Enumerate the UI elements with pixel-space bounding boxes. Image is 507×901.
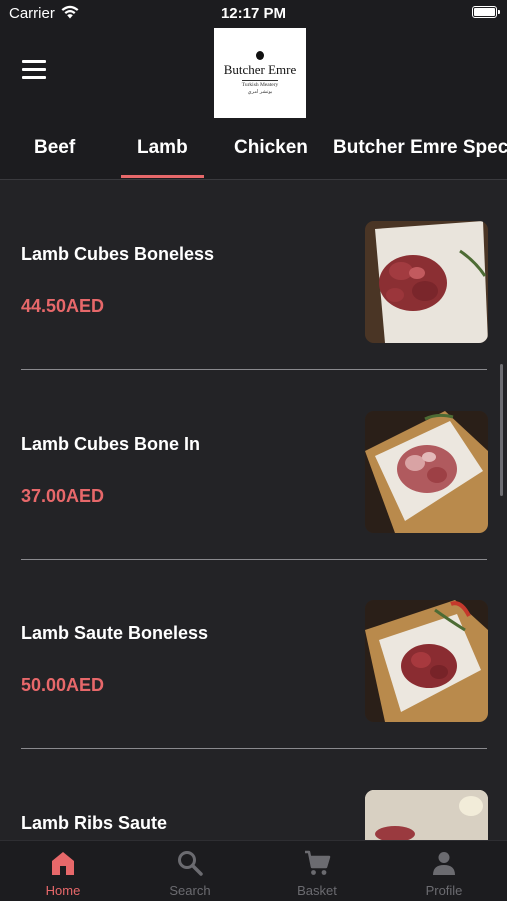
battery-icon bbox=[472, 6, 500, 18]
product-price: 44.50AED bbox=[21, 296, 105, 316]
product-item[interactable]: Lamb Saute Boneless 50.00AED bbox=[0, 559, 507, 749]
product-image bbox=[365, 221, 488, 343]
product-name: Lamb Cubes Bone In bbox=[21, 434, 201, 454]
logo-tagline-arabic: بوتشر امري bbox=[247, 89, 273, 95]
tab-search[interactable]: Search bbox=[127, 841, 253, 901]
category-tabs: Beef Lamb Chicken Butcher Emre Spec bbox=[0, 123, 507, 180]
tab-home-label: Home bbox=[45, 883, 81, 898]
product-name: Lamb Ribs Saute bbox=[21, 813, 168, 833]
product-name: Lamb Saute Boneless bbox=[21, 623, 209, 643]
product-item[interactable]: Lamb Cubes Boneless 44.50AED bbox=[0, 180, 507, 370]
tab-lamb[interactable]: Lamb bbox=[137, 137, 188, 159]
product-item[interactable]: Lamb Cubes Bone In 37.00AED bbox=[0, 370, 507, 560]
tab-beef[interactable]: Beef bbox=[34, 137, 75, 159]
logo-name: Butcher Emre bbox=[223, 62, 297, 77]
bottom-tab-bar: Home Search Basket Profile bbox=[0, 840, 507, 901]
tab-basket-label: Basket bbox=[297, 883, 337, 898]
product-image bbox=[365, 411, 488, 533]
app-header: Butcher Emre Turkish Meatery بوتشر امري bbox=[0, 28, 507, 123]
product-image bbox=[365, 790, 488, 840]
product-list[interactable]: Lamb Cubes Boneless 44.50AED Lamb Cubes … bbox=[0, 180, 507, 840]
logo-tagline: Turkish Meatery bbox=[241, 80, 279, 88]
scrollbar[interactable] bbox=[500, 364, 503, 496]
tab-basket[interactable]: Basket bbox=[254, 841, 380, 901]
product-item[interactable]: Lamb Ribs Saute bbox=[0, 749, 507, 840]
logo-mark-icon bbox=[256, 51, 264, 60]
product-price: 50.00AED bbox=[21, 675, 105, 695]
product-name: Lamb Cubes Boneless bbox=[21, 244, 215, 264]
tab-profile[interactable]: Profile bbox=[381, 841, 507, 901]
hamburger-menu-icon[interactable] bbox=[22, 60, 48, 80]
home-icon bbox=[52, 852, 74, 875]
active-tab-indicator bbox=[121, 175, 204, 178]
product-image bbox=[365, 600, 488, 722]
butcher-emre-logo: Butcher Emre Turkish Meatery بوتشر امري bbox=[214, 28, 306, 118]
tab-butcher-emre-special[interactable]: Butcher Emre Spec bbox=[333, 137, 507, 159]
tab-search-label: Search bbox=[169, 883, 211, 898]
product-price: 37.00AED bbox=[21, 486, 105, 506]
status-bar: Carrier 12:17 PM bbox=[0, 0, 507, 28]
cart-icon bbox=[305, 850, 331, 875]
search-icon bbox=[178, 851, 203, 876]
profile-icon bbox=[433, 852, 455, 875]
status-time: 12:17 PM bbox=[220, 5, 287, 22]
tab-home[interactable]: Home bbox=[0, 841, 126, 901]
tab-chicken[interactable]: Chicken bbox=[234, 137, 308, 159]
tab-profile-label: Profile bbox=[425, 883, 463, 898]
